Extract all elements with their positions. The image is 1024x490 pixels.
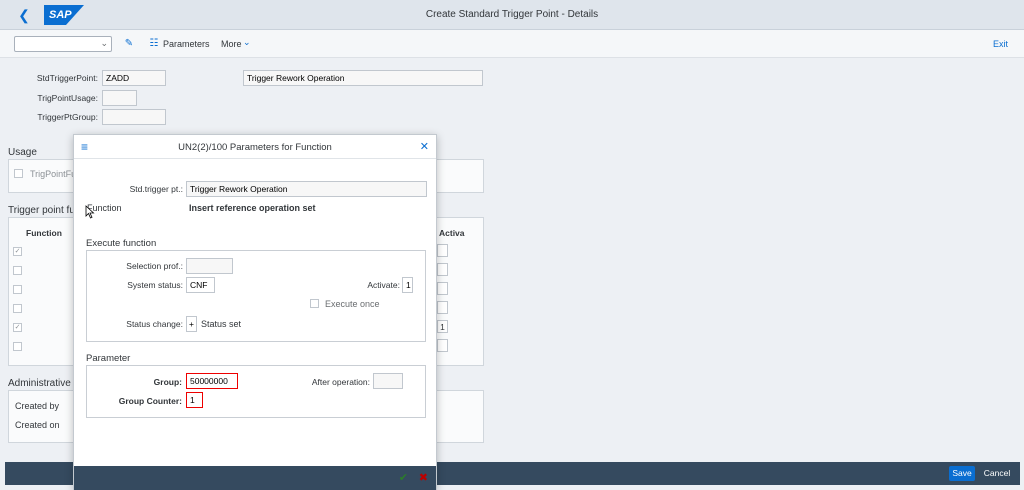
activa-cell[interactable] (437, 282, 448, 295)
activa-cell[interactable] (437, 244, 448, 257)
description-field[interactable]: Trigger Rework Operation (243, 70, 483, 86)
after-operation-field[interactable] (373, 373, 403, 389)
system-status-field[interactable]: CNF (186, 277, 215, 293)
trig-point-usage-field[interactable] (102, 90, 137, 106)
selection-prof-field[interactable] (186, 258, 233, 274)
confirm-check-icon[interactable]: ✔ (399, 471, 408, 484)
std-trigger-pt-field[interactable]: Trigger Rework Operation (186, 181, 427, 197)
status-change-toggle[interactable]: + (186, 316, 197, 332)
execute-once-checkbox[interactable] (310, 299, 319, 308)
execute-function-title: Execute function (86, 238, 157, 249)
toolbar: ⌄ ✎ ☷ Parameters More ⌄ Exit (0, 30, 1024, 58)
status-change-value: Status set (201, 319, 242, 329)
parameter-title: Parameter (86, 353, 131, 364)
std-trigger-pt-label: Std.trigger pt.: (129, 184, 183, 194)
created-by-label: Created by (15, 401, 60, 411)
function-value: Insert reference operation set (189, 203, 316, 213)
activate-field[interactable]: 1 (402, 277, 413, 293)
row-checkbox[interactable] (13, 285, 22, 294)
close-icon[interactable]: ✕ (420, 140, 429, 153)
trigger-pt-group-label: TriggerPtGroup: (37, 112, 98, 122)
mouse-cursor-icon (85, 205, 95, 219)
usage-title: Usage (8, 147, 37, 158)
column-activa-header: Activa (439, 228, 465, 238)
trigger-functions-title: Trigger point fur (8, 205, 79, 216)
activa-cell[interactable]: 1 (437, 320, 448, 333)
column-function-header: Function (26, 228, 62, 238)
activa-cell[interactable] (437, 301, 448, 314)
chevron-down-icon: ⌄ (100, 38, 108, 48)
after-operation-label: After operation: (311, 377, 370, 387)
execute-once-label: Execute once (325, 299, 380, 309)
dialog-footer: ✔ ✖ (74, 466, 436, 490)
page-title: Create Standard Trigger Point - Details (425, 9, 599, 20)
more-button[interactable]: More (221, 39, 242, 49)
shell-bar: ❮ SAP Create Standard Trigger Point - De… (0, 0, 1024, 30)
group-counter-label: Group Counter: (118, 396, 182, 406)
dialog-header: ≡ UN2(2)/100 Parameters for Function ✕ (74, 135, 436, 159)
activa-cell[interactable] (437, 339, 448, 352)
activate-label: Activate: (367, 280, 400, 290)
trig-point-usage-label: TrigPointUsage: (37, 93, 98, 103)
save-button[interactable]: Save (949, 466, 975, 481)
group-counter-field[interactable]: 1 (186, 392, 203, 408)
cancel-x-icon[interactable]: ✖ (419, 471, 428, 484)
cancel-button[interactable]: Cancel (982, 466, 1012, 481)
row-checkbox[interactable]: ✓ (13, 247, 22, 256)
std-trigger-point-label: StdTriggerPoint: (36, 73, 98, 83)
row-checkbox[interactable] (13, 304, 22, 313)
parameters-button[interactable]: Parameters (163, 39, 210, 49)
trig-point-fu-checkbox[interactable] (14, 169, 23, 178)
group-label: Group: (153, 377, 182, 387)
status-change-label: Status change: (126, 319, 183, 329)
parameters-icon[interactable]: ☷ (147, 37, 161, 51)
exit-button[interactable]: Exit (993, 39, 1008, 49)
created-on-label: Created on (15, 420, 60, 430)
selection-prof-label: Selection prof.: (126, 261, 183, 271)
command-field-select[interactable]: ⌄ (14, 36, 112, 52)
trig-point-fu-label: TrigPointFu (30, 169, 77, 179)
group-field[interactable]: 50000000 (186, 373, 238, 389)
dialog-title: UN2(2)/100 Parameters for Function (178, 142, 332, 153)
std-trigger-point-field[interactable]: ZADD (102, 70, 166, 86)
parameters-dialog: ≡ UN2(2)/100 Parameters for Function ✕ S… (73, 134, 437, 490)
chevron-down-icon[interactable]: ⌄ (243, 37, 251, 48)
trigger-pt-group-field[interactable] (102, 109, 166, 125)
activa-cell[interactable] (437, 263, 448, 276)
row-checkbox[interactable] (13, 266, 22, 275)
edit-icon[interactable]: ✎ (122, 37, 136, 51)
admin-title: Administrative d (8, 378, 80, 389)
row-checkbox[interactable] (13, 342, 22, 351)
row-checkbox[interactable]: ✓ (13, 323, 22, 332)
system-status-label: System status: (127, 280, 183, 290)
